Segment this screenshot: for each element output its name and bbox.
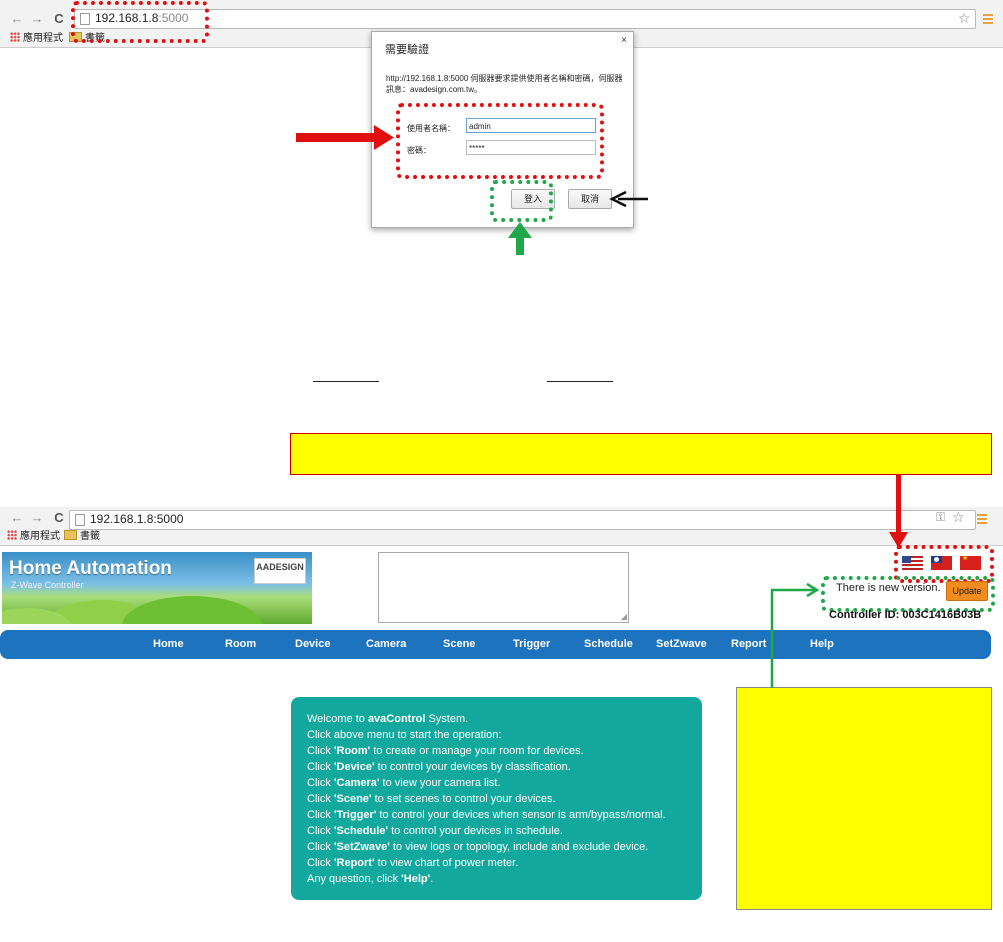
address-url: 192.168.1.8:5000 — [90, 512, 184, 526]
banner-title: Home Automation — [9, 558, 172, 579]
welcome-line: Click 'Room' to create or manage your ro… — [307, 745, 584, 757]
resize-handle-icon[interactable]: ◢ — [621, 612, 627, 621]
annotation-box — [736, 687, 992, 910]
welcome-line: Click 'Trigger' to control your devices … — [307, 809, 666, 821]
page-icon — [75, 514, 85, 526]
welcome-line: Click 'Device' to control your devices b… — [307, 761, 571, 773]
bookmark-star-icon[interactable]: ☆ — [952, 509, 965, 526]
key-icon[interactable]: ⚿ — [936, 510, 945, 525]
apps-icon — [7, 530, 17, 540]
browser-menu-icon[interactable] — [983, 12, 993, 24]
home-automation-banner: Home Automation Z-Wave Controller AADESI… — [2, 552, 312, 624]
welcome-panel: Welcome to avaControl System. Click abov… — [291, 697, 702, 900]
bookmark-folder[interactable]: 書籤 — [64, 530, 100, 544]
reload-icon[interactable]: C — [52, 511, 66, 525]
welcome-line: Click 'Report' to view chart of power me… — [307, 857, 519, 869]
dialog-title: 需要驗證 — [385, 44, 429, 56]
bookmark-star-icon[interactable]: ☆ — [958, 10, 971, 27]
bookmark-apps[interactable]: 應用程式 — [7, 530, 60, 544]
login-highlight — [490, 180, 553, 222]
underline-right — [547, 381, 613, 382]
welcome-line: Welcome to avaControl System. — [307, 713, 469, 725]
welcome-text: Welcome to avaControl System. Click abov… — [307, 711, 666, 887]
welcome-line: Click 'Camera' to view your camera list. — [307, 777, 501, 789]
address-bar[interactable]: 192.168.1.8:5000 — [69, 510, 976, 530]
welcome-line: Any question, click 'Help'. — [307, 873, 434, 885]
cancel-button[interactable]: 取消 — [568, 189, 612, 209]
reload-icon[interactable]: C — [52, 12, 66, 26]
bookmark-apps[interactable]: 應用程式 — [10, 32, 63, 46]
close-icon[interactable]: × — [621, 35, 627, 46]
apps-icon — [10, 32, 20, 42]
message-textarea[interactable]: ◢ — [378, 552, 629, 623]
forward-icon[interactable]: → — [30, 511, 44, 525]
controller-id: Controller ID: 003C1416B03B — [829, 609, 982, 621]
avadesign-logo: AADESIGN — [254, 558, 306, 584]
forward-icon[interactable]: → — [30, 12, 44, 26]
welcome-line: Click 'Schedule' to control your devices… — [307, 825, 563, 837]
folder-icon — [64, 530, 77, 540]
nav-home[interactable]: Home — [153, 638, 184, 650]
nav-room[interactable]: Room — [225, 638, 256, 650]
welcome-line: Click above menu to start the operation: — [307, 729, 502, 741]
nav-setzwave[interactable]: SetZwave — [656, 638, 707, 650]
credentials-highlight — [396, 103, 604, 179]
nav-schedule[interactable]: Schedule — [584, 638, 633, 650]
nav-trigger[interactable]: Trigger — [513, 638, 550, 650]
highlight-bar — [290, 433, 992, 475]
underline-left — [313, 381, 379, 382]
welcome-line: Click 'Scene' to set scenes to control y… — [307, 793, 556, 805]
main-nav: Home Room Device Camera Scene Trigger Sc… — [0, 630, 991, 659]
banner-subtitle: Z-Wave Controller — [11, 580, 84, 590]
nav-camera[interactable]: Camera — [366, 638, 406, 650]
back-icon[interactable]: ← — [10, 12, 24, 26]
back-icon[interactable]: ← — [10, 511, 24, 525]
nav-help[interactable]: Help — [810, 638, 834, 650]
nav-device[interactable]: Device — [295, 638, 330, 650]
welcome-line: Click 'SetZwave' to view logs or topolog… — [307, 841, 649, 853]
nav-scene[interactable]: Scene — [443, 638, 475, 650]
nav-report[interactable]: Report — [731, 638, 766, 650]
banner-hill — [122, 596, 262, 624]
url-highlight — [71, 1, 209, 43]
browser-toolbar-bottom: ← → C 192.168.1.8:5000 ⚿ ☆ 應用程式 書籤 — [0, 507, 1003, 546]
browser-menu-icon[interactable] — [977, 512, 987, 524]
dialog-message: http://192.168.1.8:5000 伺服器要求提供使用者名稱和密碼，… — [386, 74, 623, 94]
address-bar[interactable]: 192.168.1.8:5000 — [74, 9, 976, 29]
update-highlight — [821, 576, 995, 612]
